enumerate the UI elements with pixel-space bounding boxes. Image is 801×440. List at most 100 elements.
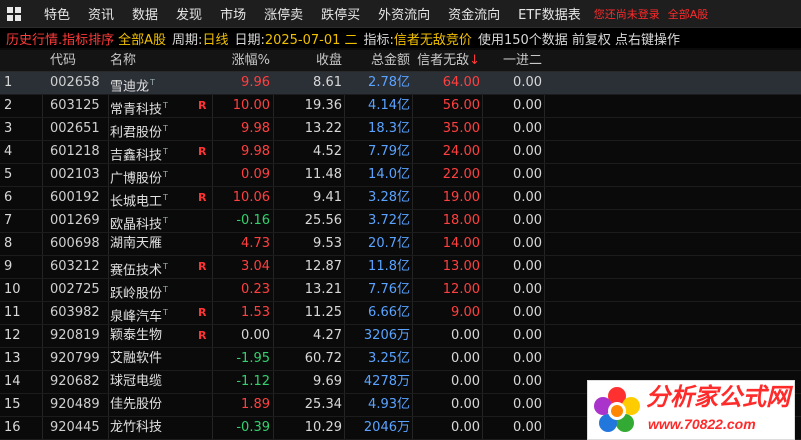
change-pct: 9.96 — [241, 75, 270, 90]
yjer-value: 0.00 — [513, 236, 542, 251]
indicator-value[interactable]: 信者无敌竞价 — [394, 29, 472, 48]
row-index: 6 — [4, 190, 13, 205]
login-alert[interactable]: 您还尚未登录 — [594, 6, 660, 22]
menu-item-data[interactable]: 数据 — [123, 4, 167, 23]
total-amount: 6.66亿 — [368, 305, 410, 320]
period-value[interactable]: 日线 — [202, 29, 228, 48]
r-badge: R — [198, 306, 207, 319]
menu-item-market[interactable]: 市场 — [211, 4, 255, 23]
menu-item-etf-table[interactable]: ETF数据表 — [509, 4, 590, 23]
stock-code: 920489 — [50, 397, 100, 412]
indicator-label: 指标: — [363, 32, 394, 48]
stock-flag-mark: T — [163, 101, 168, 110]
row-index: 8 — [4, 236, 13, 251]
table-row[interactable]: 13 920799 艾融软件 -1.95 60.72 3.25亿 0.00 0.00 — [0, 348, 801, 371]
row-index: 5 — [4, 167, 13, 182]
menu-item-capital-flow[interactable]: 资金流向 — [439, 4, 509, 23]
stock-flag-mark: T — [163, 308, 168, 317]
change-pct: -0.16 — [236, 213, 270, 228]
menu-item-limit-down-buy[interactable]: 跌停买 — [312, 4, 369, 23]
header-yjer[interactable]: 一进二 — [484, 50, 542, 71]
change-pct: 10.00 — [232, 98, 270, 113]
total-amount: 4.93亿 — [368, 397, 410, 412]
header-xzwd[interactable]: 信者无敌↓ — [414, 50, 480, 71]
r-badge: R — [198, 191, 207, 204]
stock-code: 920819 — [50, 328, 100, 343]
menu-item-discover[interactable]: 发现 — [167, 4, 211, 23]
header-close[interactable]: 收盘 — [276, 50, 342, 71]
xzwd-value: 56.00 — [442, 98, 480, 113]
table-row[interactable]: 2 603125 常青科技T R 10.00 19.36 4.14亿 56.00 0.00 — [0, 95, 801, 118]
close-price: 13.22 — [304, 121, 342, 136]
header-name[interactable]: 名称 — [110, 50, 200, 71]
header-code[interactable]: 代码 — [42, 50, 110, 71]
change-pct: 10.06 — [232, 190, 270, 205]
close-price: 12.87 — [304, 259, 342, 274]
table-row[interactable]: 12 920819 颖泰生物 R 0.00 4.27 3206万 0.00 0.00 — [0, 325, 801, 348]
table-row[interactable]: 6 600192 长城电工T R 10.06 9.41 3.28亿 19.00 0.00 — [0, 187, 801, 210]
row-index: 4 — [4, 144, 13, 159]
menu-item-foreign-flow[interactable]: 外资流向 — [369, 4, 439, 23]
stock-name-text: 艾融软件 — [110, 351, 163, 366]
stock-flag-mark: T — [163, 124, 168, 133]
yjer-value: 0.00 — [513, 259, 542, 274]
row-index: 16 — [4, 420, 21, 435]
yjer-value: 0.00 — [513, 121, 542, 136]
stock-name: 艾融软件 — [110, 348, 200, 370]
menu-item-news[interactable]: 资讯 — [79, 4, 123, 23]
stock-name-text: 赛伍技术 — [110, 263, 163, 278]
total-amount: 3.28亿 — [368, 190, 410, 205]
total-amount: 3.72亿 — [368, 213, 410, 228]
app-grid-icon[interactable] — [7, 6, 21, 21]
yjer-value: 0.00 — [513, 213, 542, 228]
table-row[interactable]: 8 600698 湖南天雁 4.73 9.53 20.7亿 14.00 0.00 — [0, 233, 801, 256]
total-amount: 20.7亿 — [368, 236, 410, 251]
xzwd-value: 13.00 — [442, 259, 480, 274]
table-header: 代码 名称 涨幅% 收盘 总金额 信者无敌↓ 一进二 — [0, 50, 801, 72]
header-pct[interactable]: 涨幅% — [212, 50, 270, 71]
yjer-value: 0.00 — [513, 144, 542, 159]
change-pct: -1.95 — [236, 351, 270, 366]
stock-name-text: 颖泰生物 — [110, 328, 163, 343]
menu-item-special[interactable]: 特色 — [35, 4, 79, 23]
change-pct: 0.23 — [241, 282, 270, 297]
stock-name-text: 利君股份 — [110, 125, 163, 140]
stock-code: 002103 — [50, 167, 100, 182]
stock-name-text: 常青科技 — [110, 102, 163, 117]
xzwd-value: 35.00 — [442, 121, 480, 136]
close-price: 4.27 — [313, 328, 342, 343]
info-bar: 历史行情.指标排序 全部A股 周期: 日线 日期: 2025-07-01 二 指… — [0, 28, 801, 48]
scope-alert[interactable]: 全部A股 — [668, 6, 709, 22]
table-row[interactable]: 9 603212 赛伍技术T R 3.04 12.87 11.8亿 13.00 0.00 — [0, 256, 801, 279]
table-row[interactable]: 10 002725 跃岭股份T 0.23 13.21 7.76亿 12.00 0.00 — [0, 279, 801, 302]
table-row[interactable]: 7 001269 欧晶科技T -0.16 25.56 3.72亿 18.00 0.00 — [0, 210, 801, 233]
table-row[interactable]: 11 603982 泉峰汽车T R 1.53 11.25 6.66亿 9.00 0.00 — [0, 302, 801, 325]
table-row[interactable]: 5 002103 广博股份T 0.09 11.48 14.0亿 22.00 0.00 — [0, 164, 801, 187]
stock-flag-mark: T — [163, 147, 168, 156]
table-row[interactable]: 3 002651 利君股份T 9.98 13.22 18.3亿 35.00 0.00 — [0, 118, 801, 141]
r-badge — [198, 394, 210, 416]
table-row[interactable]: 4 601218 吉鑫科技T R 9.98 4.52 7.79亿 24.00 0.00 — [0, 141, 801, 164]
table-row[interactable]: 1 002658 雪迪龙T 9.96 8.61 2.78亿 64.00 0.00 — [0, 72, 801, 95]
row-index: 13 — [4, 351, 21, 366]
date-value[interactable]: 2025-07-01 二 — [265, 29, 358, 48]
stock-name-text: 长城电工 — [110, 194, 163, 209]
yjer-value: 0.00 — [513, 351, 542, 366]
header-amount[interactable]: 总金额 — [346, 50, 410, 71]
stock-flag-mark: T — [163, 262, 168, 271]
yjer-value: 0.00 — [513, 374, 542, 389]
xzwd-value: 0.00 — [451, 374, 480, 389]
scope-selector[interactable]: 全部A股 — [118, 29, 166, 48]
row-index: 14 — [4, 374, 21, 389]
close-price: 11.48 — [304, 167, 342, 182]
change-pct: 1.53 — [241, 305, 270, 320]
yjer-value: 0.00 — [513, 397, 542, 412]
yjer-value: 0.00 — [513, 328, 542, 343]
close-price: 9.69 — [313, 374, 342, 389]
stock-code: 920445 — [50, 420, 100, 435]
xzwd-value: 18.00 — [442, 213, 480, 228]
row-index: 12 — [4, 328, 21, 343]
xzwd-value: 19.00 — [442, 190, 480, 205]
stock-name: 吉鑫科技T — [110, 141, 200, 163]
menu-item-limit-up-sell[interactable]: 涨停卖 — [255, 4, 312, 23]
